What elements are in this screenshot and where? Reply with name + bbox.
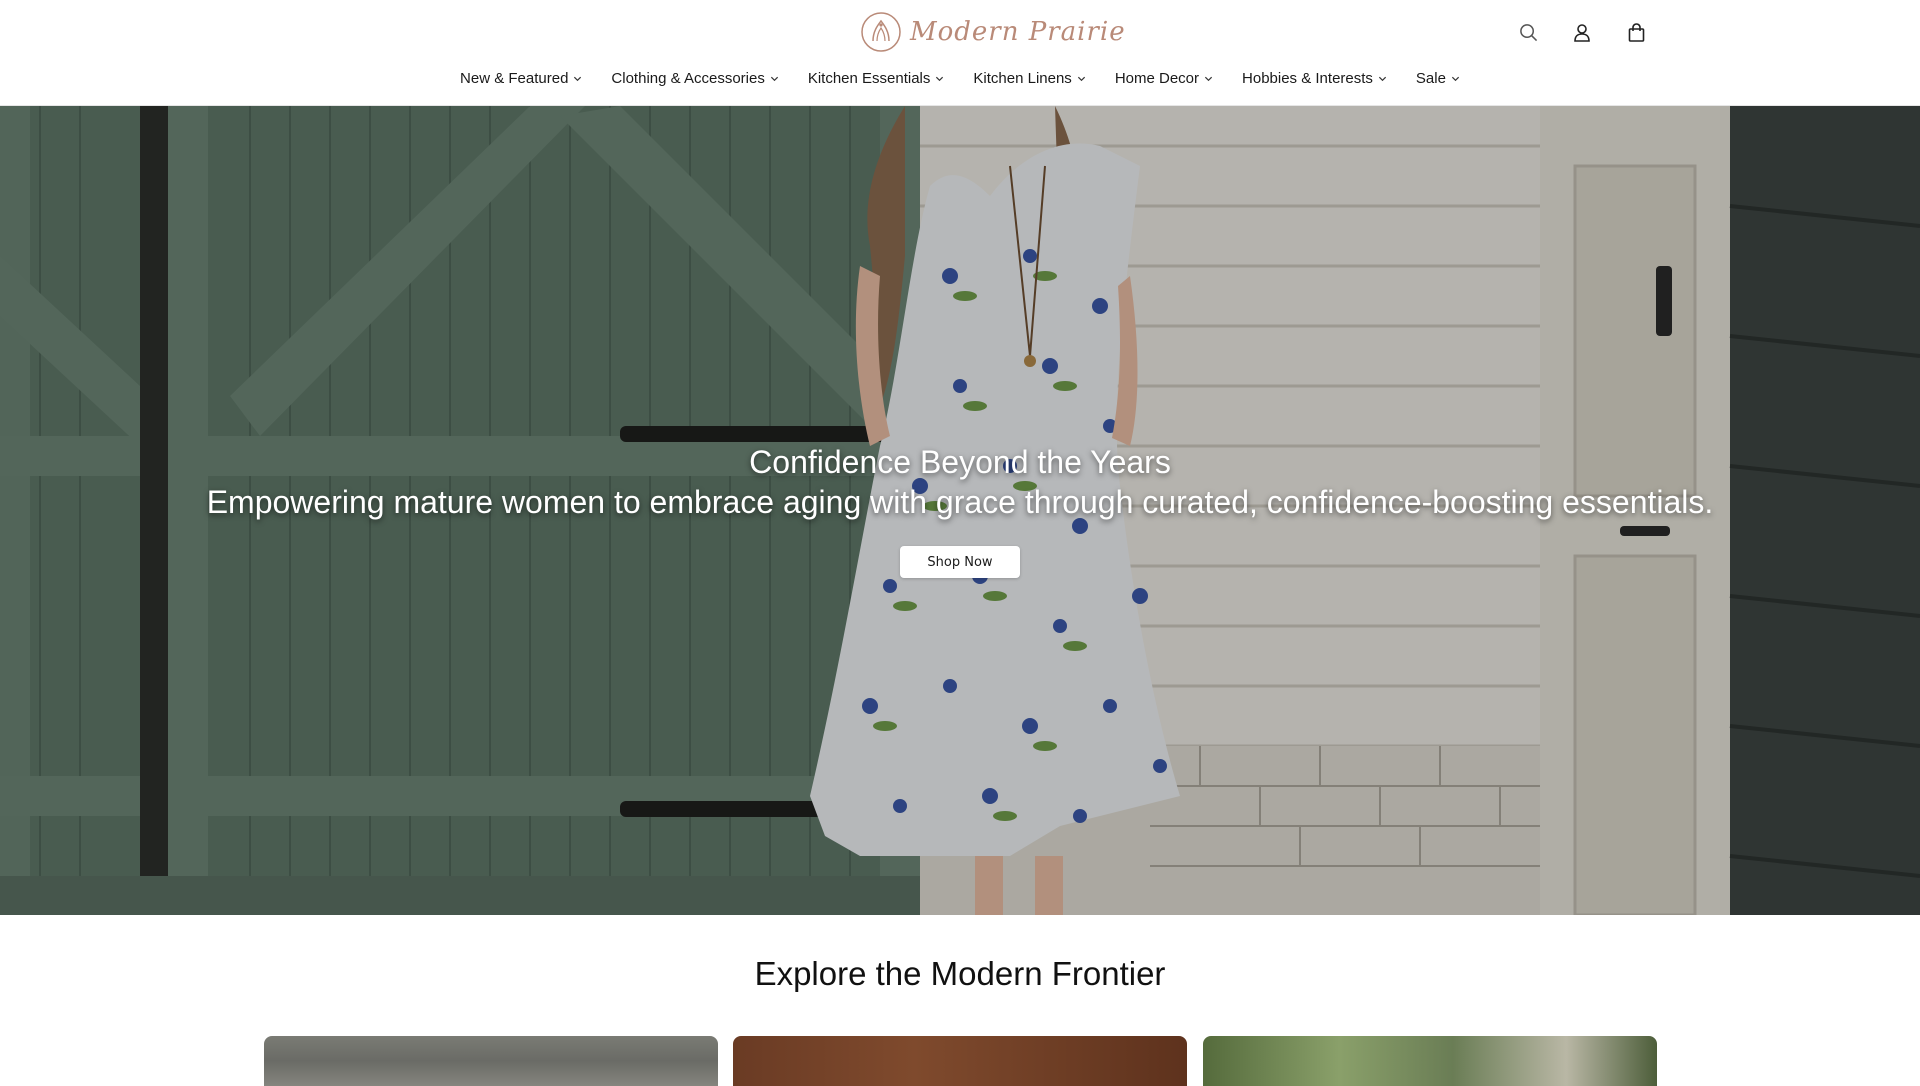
search-icon[interactable] [1516, 18, 1540, 46]
collection-card-1[interactable] [264, 1036, 718, 1086]
nav-item-new-featured[interactable]: New & Featured [460, 70, 582, 87]
nav-item-home-decor[interactable]: Home Decor [1115, 70, 1213, 87]
nav-item-label: Kitchen Essentials [807, 70, 931, 87]
chevron-down-icon [1451, 76, 1460, 82]
nav-item-hobbies-interests[interactable]: Hobbies & Interests [1242, 70, 1387, 87]
nav-item-kitchen-essentials[interactable]: Kitchen Essentials [808, 70, 945, 87]
main-nav: New & Featured Clothing & Accessories Ki… [0, 70, 1920, 87]
cart-icon[interactable] [1624, 18, 1648, 46]
site-header: Modern Prairie New & Featured Clothing &… [0, 0, 1920, 106]
collection-card-2[interactable] [733, 1036, 1187, 1086]
header-actions [1516, 18, 1648, 46]
nav-item-sale[interactable]: Sale [1416, 70, 1460, 87]
chevron-down-icon [770, 76, 778, 82]
nav-item-label: Kitchen Linens [973, 70, 1072, 87]
nav-item-label: New & Featured [460, 70, 569, 87]
nav-item-label: Home Decor [1114, 70, 1200, 87]
section-title: Explore the Modern Frontier [754, 955, 1166, 992]
nav-item-label: Clothing & Accessories [611, 70, 765, 87]
nav-item-label: Hobbies & Interests [1242, 70, 1373, 87]
nav-item-kitchen-linens[interactable]: Kitchen Linens [973, 70, 1085, 87]
hero-title: Confidence Beyond the Years [749, 444, 1171, 480]
collection-card-3[interactable] [1203, 1036, 1657, 1086]
chevron-down-icon [936, 76, 944, 82]
logo-wordmark: Modern Prairie [910, 17, 1126, 47]
hero-banner: Confidence Beyond the Years Empowering m… [0, 106, 1920, 915]
chevron-down-icon [1204, 76, 1213, 82]
hero-subtitle: Empowering mature women to embrace aging… [206, 484, 1714, 520]
logo[interactable]: Modern Prairie [860, 10, 1126, 54]
nav-item-label: Sale [1415, 70, 1446, 87]
chevron-down-icon [1378, 76, 1386, 82]
nav-item-clothing-accessories[interactable]: Clothing & Accessories [611, 70, 778, 87]
chevron-down-icon [574, 76, 582, 82]
account-icon[interactable] [1570, 18, 1594, 46]
shop-now-button[interactable]: Shop Now [900, 546, 1020, 578]
chevron-down-icon [1077, 76, 1085, 82]
logo-emblem-icon [861, 12, 901, 52]
